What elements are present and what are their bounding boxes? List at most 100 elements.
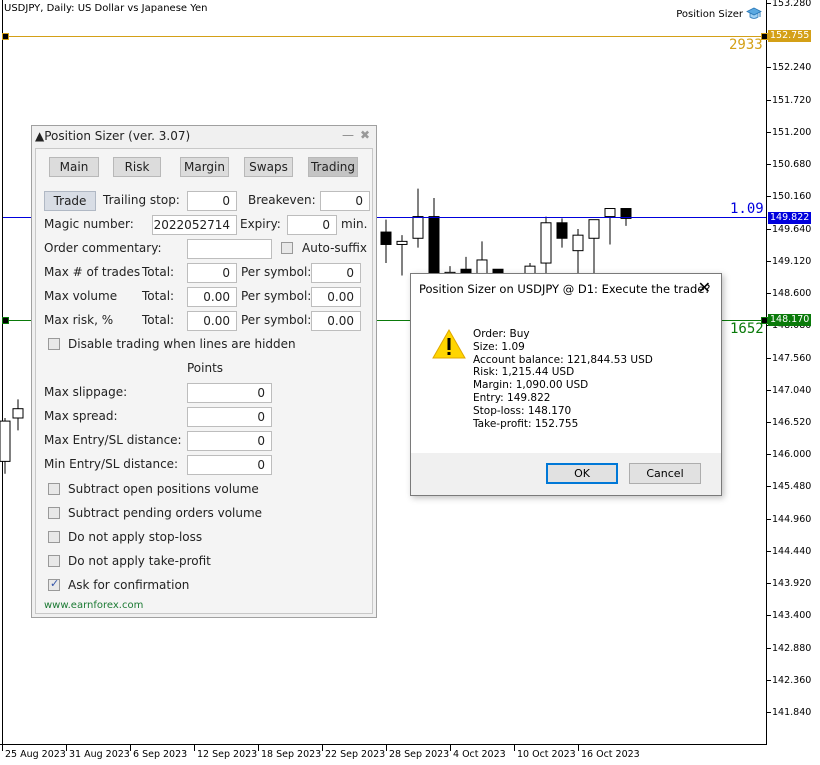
price-tick: 149.120	[767, 256, 811, 267]
time-tick: 22 Sep 2023	[322, 745, 385, 760]
price-tick: 149.640	[767, 224, 811, 235]
dialog-line-size: Size: 1.09	[473, 340, 525, 353]
dialog-line-margin: Margin: 1,090.00 USD	[473, 379, 589, 392]
chart-title: USDJPY, Daily: US Dollar vs Japanese Yen	[4, 3, 208, 14]
bullish-candle-body	[412, 216, 424, 239]
time-axis: 25 Aug 2023 31 Aug 2023 6 Sep 2023 12 Sep 2…	[0, 745, 767, 765]
bullish-candle-body	[572, 234, 584, 252]
max-entry-sl-input[interactable]: 0	[187, 431, 272, 451]
max-trades-label: Max # of trades	[44, 265, 141, 279]
max-risk-per-symbol-label: Per symbol:	[241, 313, 312, 327]
close-icon[interactable]: ✖	[360, 128, 370, 142]
bullish-candle-body	[604, 208, 616, 218]
magic-number-label: Magic number:	[44, 217, 134, 231]
max-volume-total-input[interactable]: 0.00	[187, 287, 237, 307]
price-tick: 150.160	[767, 191, 811, 202]
price-tick: 153.280	[767, 0, 811, 9]
position-sizer-panel[interactable]: ▲Position Sizer (ver. 3.07) — ✖ Main Ris…	[31, 125, 377, 618]
max-spread-input[interactable]: 0	[187, 407, 272, 427]
max-trades-total-input[interactable]: 0	[187, 263, 237, 283]
order-commentary-label: Order commentary:	[44, 241, 162, 255]
price-tick: 143.400	[767, 610, 811, 621]
bearish-candle-body	[428, 216, 440, 283]
max-risk-total-input[interactable]: 0.00	[187, 311, 237, 331]
ask-for-confirmation-checkbox[interactable]	[48, 577, 60, 591]
bullish-candle-body	[396, 240, 408, 245]
tab-trading[interactable]: Trading	[308, 157, 358, 177]
dialog-close-icon[interactable]: ✕	[698, 278, 711, 297]
take-profit-price-label: 152.755	[768, 30, 812, 42]
subtract-pending-orders-checkbox[interactable]	[48, 507, 60, 519]
tab-margin[interactable]: Margin	[180, 157, 229, 177]
price-tick: 143.920	[767, 578, 811, 589]
subtract-open-positions-checkbox[interactable]	[48, 483, 60, 495]
do-not-apply-take-profit-label: Do not apply take-profit	[68, 554, 211, 568]
time-tick: 18 Sep 2023	[258, 745, 321, 760]
price-tick: 147.040	[767, 385, 811, 396]
trailing-stop-input[interactable]: 0	[187, 191, 237, 211]
indicator-label-text: Position Sizer	[676, 8, 743, 20]
confirmation-dialog[interactable]: Position Sizer on USDJPY @ D1: Execute t…	[410, 273, 722, 496]
tab-risk[interactable]: Risk	[113, 157, 161, 177]
price-tick: 146.000	[767, 449, 811, 460]
max-risk-per-symbol-input[interactable]: 0.00	[311, 311, 361, 331]
price-tick: 151.720	[767, 95, 811, 106]
time-tick: 12 Sep 2023	[194, 745, 257, 760]
price-tick: 148.600	[767, 288, 811, 299]
bearish-candle-body	[556, 222, 568, 239]
min-entry-sl-input[interactable]: 0	[187, 455, 272, 475]
max-trades-per-symbol-label: Per symbol:	[241, 265, 312, 279]
max-volume-total-label: Total:	[142, 289, 175, 303]
expiry-input[interactable]: 0	[287, 215, 337, 235]
time-tick: 4 Oct 2023	[450, 745, 506, 760]
time-tick: 28 Sep 2023	[386, 745, 449, 760]
panel-title: ▲Position Sizer (ver. 3.07)	[35, 129, 191, 143]
take-profit-left-handle[interactable]	[2, 33, 9, 40]
panel-header[interactable]: ▲Position Sizer (ver. 3.07) — ✖	[32, 126, 376, 148]
dialog-line-stop-loss: Stop-loss: 148.170	[473, 404, 572, 417]
take-profit-points-tag: 2933	[729, 37, 763, 53]
expiry-unit: min.	[341, 217, 368, 231]
magic-number-input[interactable]: 2022052714	[152, 215, 237, 235]
tab-main[interactable]: Main	[49, 157, 99, 177]
cancel-button[interactable]: Cancel	[629, 463, 701, 484]
stop-loss-left-handle[interactable]	[2, 317, 9, 324]
dialog-title: Position Sizer on USDJPY @ D1: Execute t…	[419, 282, 711, 296]
price-axis: 153.280 152.240 151.720 151.200 150.680 150.1…	[767, 0, 820, 745]
max-trades-per-symbol-input[interactable]: 0	[311, 263, 361, 283]
candle	[380, 219, 392, 264]
max-volume-per-symbol-input[interactable]: 0.00	[311, 287, 361, 307]
order-commentary-input[interactable]	[187, 239, 272, 259]
minimize-icon[interactable]: —	[342, 128, 354, 142]
take-profit-line[interactable]	[3, 36, 766, 37]
breakeven-label: Breakeven:	[248, 193, 316, 207]
candle	[556, 218, 568, 248]
candle	[604, 208, 616, 245]
trailing-stop-label: Trailing stop:	[103, 193, 180, 207]
price-tick: 144.440	[767, 546, 811, 557]
do-not-apply-take-profit-checkbox[interactable]	[48, 555, 60, 567]
tab-swaps[interactable]: Swaps	[244, 157, 293, 177]
dialog-line-take-profit: Take-profit: 152.755	[473, 417, 579, 430]
price-tick: 142.360	[767, 675, 811, 686]
auto-suffix-label: Auto-suffix	[302, 241, 367, 255]
earnforex-link[interactable]: www.earnforex.com	[44, 600, 143, 611]
time-tick: 25 Aug 2023	[2, 745, 66, 760]
bullish-candle-body	[588, 219, 600, 239]
disable-trading-checkbox[interactable]	[48, 338, 60, 350]
panel-body: Main Risk Margin Swaps Trading Trade Tra…	[35, 148, 373, 614]
ok-button[interactable]: OK	[546, 463, 618, 484]
subtract-pending-orders-label: Subtract pending orders volume	[68, 506, 263, 520]
max-risk-label: Max risk, %	[44, 313, 114, 327]
position-sizer-indicator-label[interactable]: Position Sizer	[676, 7, 762, 21]
price-tick: 144.960	[767, 514, 811, 525]
auto-suffix-checkbox[interactable]	[281, 242, 293, 254]
max-slippage-input[interactable]: 0	[187, 383, 272, 403]
entry-size-tag: 1.09	[730, 201, 764, 217]
trade-button[interactable]: Trade	[44, 191, 96, 211]
time-tick: 10 Oct 2023	[514, 745, 576, 760]
do-not-apply-stop-loss-checkbox[interactable]	[48, 531, 60, 543]
max-volume-per-symbol-label: Per symbol:	[241, 289, 312, 303]
entry-price-label: 149.822	[768, 212, 812, 224]
breakeven-input[interactable]: 0	[320, 191, 370, 211]
